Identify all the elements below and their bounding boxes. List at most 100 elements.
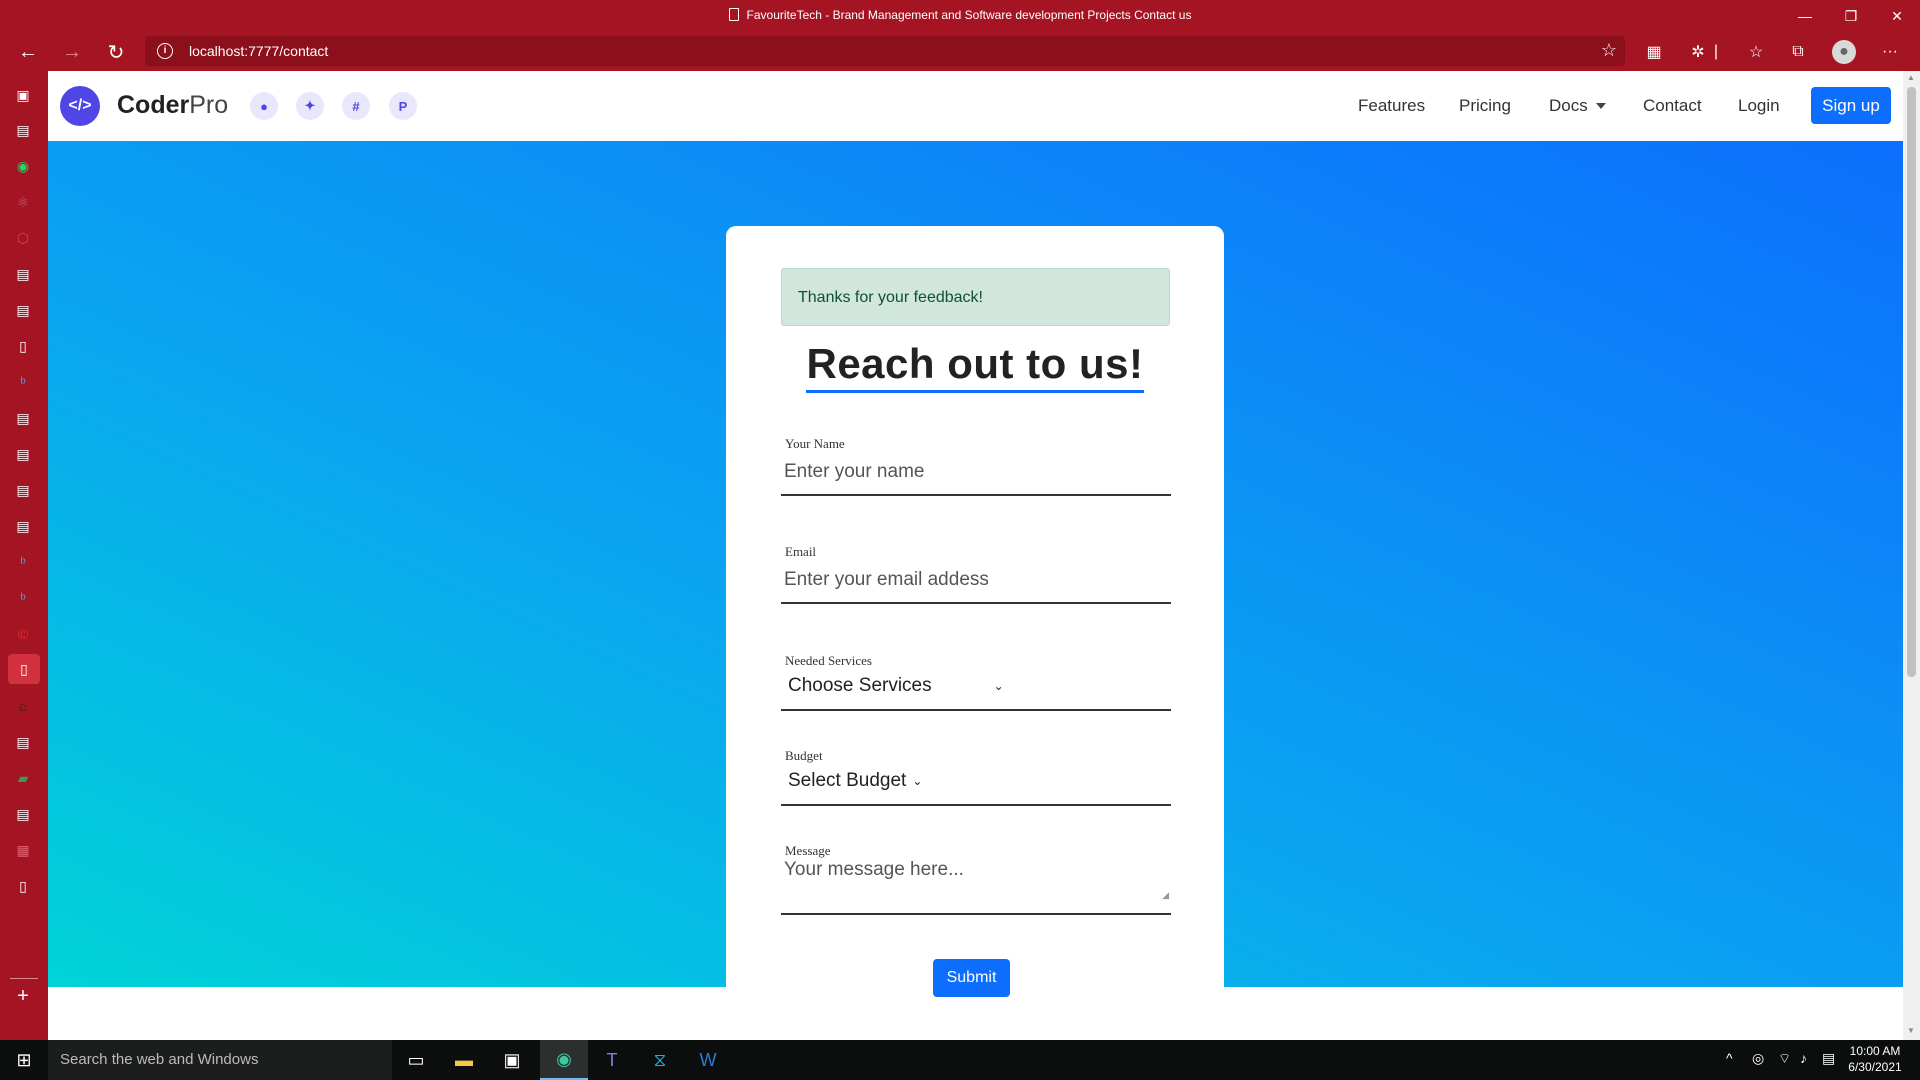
- windows-start-icon[interactable]: ⊞: [0, 1040, 48, 1080]
- nav-docs[interactable]: Docs: [1549, 96, 1606, 116]
- bing-icon[interactable]: ᵇ: [14, 553, 32, 571]
- email-field: Email: [781, 544, 1171, 604]
- contact-section: Thanks for your feedback! Reach out to u…: [48, 141, 1903, 1040]
- restore-button[interactable]: ❐: [1828, 0, 1874, 32]
- sidebar-page-icon[interactable]: ▤: [14, 265, 32, 283]
- sidebar-page-icon[interactable]: ▤: [14, 445, 32, 463]
- collections-icon[interactable]: ⧉: [1786, 40, 1810, 64]
- address-bar[interactable]: i localhost:7777/contact ☆: [145, 36, 1625, 66]
- success-alert: Thanks for your feedback!: [781, 268, 1170, 326]
- react-icon[interactable]: ⚛: [14, 193, 32, 211]
- tray-record-icon[interactable]: ◎: [1752, 1050, 1764, 1067]
- more-menu-icon[interactable]: ···: [1878, 40, 1902, 64]
- name-field: Your Name: [781, 436, 1171, 496]
- contact-card: Thanks for your feedback! Reach out to u…: [726, 226, 1224, 1040]
- extension-icon[interactable]: ▦: [1642, 40, 1666, 64]
- volume-icon[interactable]: ♪: [1800, 1050, 1807, 1066]
- scrollbar-thumb[interactable]: [1907, 87, 1916, 677]
- sidebar-page-icon[interactable]: ▤: [14, 733, 32, 751]
- bing-icon[interactable]: ᵇ: [14, 373, 32, 391]
- page-scrollbar[interactable]: ▲ ▼: [1903, 71, 1920, 1040]
- sidebar-page-icon[interactable]: ▤: [14, 805, 32, 823]
- sidebar-page-icon[interactable]: ▤: [14, 409, 32, 427]
- bing-icon[interactable]: ᵇ: [14, 589, 32, 607]
- sidebar-page-icon[interactable]: ▤: [14, 517, 32, 535]
- browser-sidebar: ▣ ▤ ◉ ⚛ ⬡ ▤ ▤ ▯ ᵇ ▤ ▤ ▤ ▤ ᵇ ᵇ © ▯ ⌂ ▤ ▰ …: [0, 71, 48, 1040]
- whatsapp-icon[interactable]: ◉: [14, 157, 32, 175]
- wifi-icon[interactable]: ⌔: [1778, 1050, 1791, 1068]
- budget-select[interactable]: Select Budget ⌄: [781, 770, 1171, 792]
- refresh-button[interactable]: ↻: [100, 36, 132, 68]
- scroll-up-icon[interactable]: ▲: [1907, 73, 1915, 82]
- minimize-button[interactable]: —: [1782, 0, 1828, 32]
- back-button[interactable]: ←: [12, 36, 44, 68]
- resize-handle-icon[interactable]: ◢: [1162, 890, 1169, 901]
- nav-features[interactable]: Features: [1358, 96, 1425, 116]
- tray-chevron-up-icon[interactable]: ^: [1726, 1050, 1733, 1066]
- brand-name[interactable]: CoderPro: [117, 91, 228, 120]
- sidebar-page-icon[interactable]: ▤: [14, 121, 32, 139]
- add-favorite-icon[interactable]: ☆: [1601, 40, 1617, 61]
- contact-heading: Reach out to us!: [726, 340, 1224, 393]
- browser-toolbar: ← → ↻ i localhost:7777/contact ☆ ▦ ✲ | ☆…: [0, 32, 1920, 71]
- nav-login[interactable]: Login: [1738, 96, 1780, 116]
- chevron-down-icon: ⌄: [993, 679, 1004, 693]
- gallery-icon[interactable]: ▦: [14, 841, 32, 859]
- site-info-icon[interactable]: i: [157, 43, 173, 59]
- file-explorer-icon[interactable]: ▬: [440, 1040, 488, 1080]
- dropdown-caret-icon: [1595, 103, 1606, 109]
- settings-extension-icon[interactable]: ✲: [1686, 40, 1710, 64]
- taskbar-clock[interactable]: 10:00 AM 6/30/2021: [1840, 1043, 1910, 1075]
- colorful-app-icon[interactable]: ▰: [14, 769, 32, 787]
- chevron-down-icon: ⌄: [912, 774, 923, 788]
- slack-icon[interactable]: #: [342, 92, 370, 120]
- sidebar-page-icon[interactable]: ▤: [14, 301, 32, 319]
- sidebar-document-icon[interactable]: ▯: [14, 337, 32, 355]
- producthunt-icon[interactable]: P: [389, 92, 417, 120]
- tab-actions-icon[interactable]: ▣: [14, 86, 32, 104]
- sidebar-document-icon[interactable]: ▯: [14, 877, 32, 895]
- services-select[interactable]: Choose Services ⌄: [781, 675, 1171, 697]
- address-url: localhost:7777/contact: [189, 43, 329, 59]
- browser-title-bar: FavouriteTech - Brand Management and Sof…: [0, 0, 1920, 32]
- coderpro-logo-icon[interactable]: </>: [60, 86, 100, 126]
- forward-button[interactable]: →: [56, 36, 88, 68]
- email-input[interactable]: [781, 569, 1171, 591]
- home-icon[interactable]: ⌂: [14, 697, 32, 715]
- github-icon[interactable]: ●: [250, 92, 278, 120]
- signup-button[interactable]: Sign up: [1811, 87, 1891, 124]
- sidebar-divider: [10, 978, 38, 979]
- edge-browser-icon[interactable]: ◉: [540, 1040, 588, 1080]
- taskbar-search-box[interactable]: Search the web and Windows: [48, 1040, 392, 1080]
- nav-pricing[interactable]: Pricing: [1459, 96, 1511, 116]
- window-title: FavouriteTech - Brand Management and Sof…: [0, 8, 1920, 22]
- favorites-icon[interactable]: ☆: [1744, 40, 1768, 64]
- services-field: Needed Services Choose Services ⌄: [781, 653, 1171, 711]
- close-window-button[interactable]: ✕: [1874, 0, 1920, 32]
- windows-taskbar: ⊞ Search the web and Windows ▭ ▬ ▣ ◉ T ⧖…: [0, 1040, 1920, 1080]
- teams-icon[interactable]: T: [588, 1040, 636, 1080]
- site-navbar: </> CoderPro ● ✦ # P Features Pricing Do…: [48, 71, 1903, 141]
- twitter-icon[interactable]: ✦: [296, 92, 324, 120]
- web-page: </> CoderPro ● ✦ # P Features Pricing Do…: [48, 71, 1903, 1040]
- add-icon[interactable]: +: [14, 985, 32, 1007]
- circle-c-icon[interactable]: ©: [14, 625, 32, 643]
- document-icon: [728, 8, 739, 21]
- nav-contact[interactable]: Contact: [1643, 96, 1702, 116]
- message-textarea[interactable]: [781, 859, 1171, 901]
- active-document-icon[interactable]: ▯: [8, 654, 40, 684]
- word-icon[interactable]: W: [684, 1040, 732, 1080]
- graphql-icon[interactable]: ⬡: [14, 229, 32, 247]
- budget-field: Budget Select Budget ⌄: [781, 748, 1171, 806]
- store-icon[interactable]: ▣: [488, 1040, 536, 1080]
- submit-button[interactable]: Submit: [933, 959, 1010, 997]
- message-field: Message ◢: [781, 843, 1171, 915]
- vscode-icon[interactable]: ⧖: [636, 1040, 684, 1080]
- profile-avatar-icon[interactable]: ●: [1832, 40, 1856, 64]
- scroll-down-icon[interactable]: ▼: [1907, 1026, 1915, 1035]
- task-view-icon[interactable]: ▭: [392, 1040, 440, 1080]
- name-input[interactable]: [781, 461, 1171, 483]
- toolbar-divider: |: [1713, 43, 1719, 60]
- sidebar-page-icon[interactable]: ▤: [14, 481, 32, 499]
- notifications-icon[interactable]: ▤: [1822, 1050, 1835, 1067]
